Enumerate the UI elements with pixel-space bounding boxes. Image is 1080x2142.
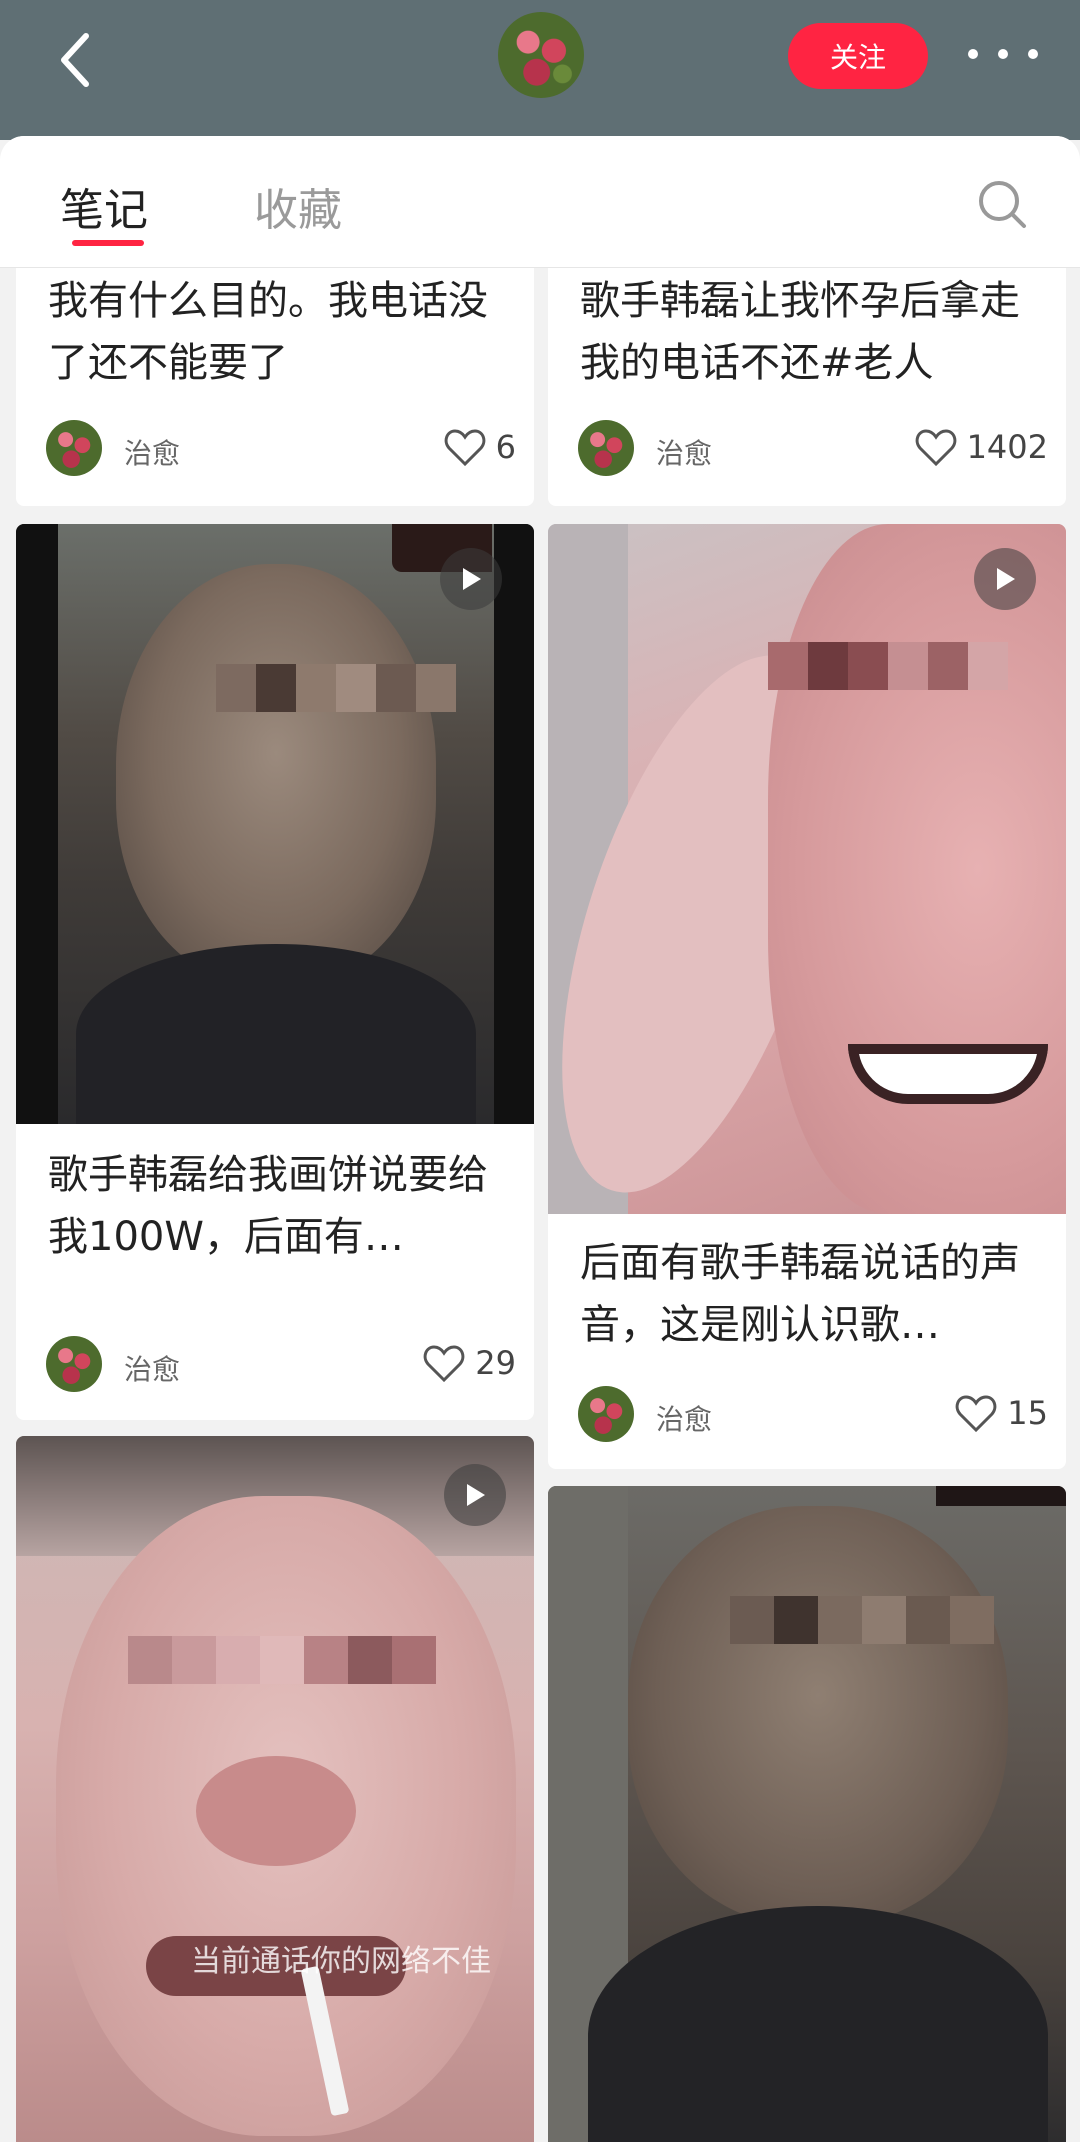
- more-options-icon[interactable]: [968, 32, 1038, 76]
- heart-icon: [423, 1345, 465, 1382]
- pixelated-eyes: [730, 1596, 994, 1644]
- author-avatar[interactable]: [578, 420, 634, 476]
- like-count[interactable]: 1402: [915, 428, 1048, 466]
- video-thumbnail[interactable]: [16, 524, 534, 1124]
- video-note-card[interactable]: [548, 1486, 1066, 2142]
- author-avatar[interactable]: [46, 420, 102, 476]
- video-overlay-caption: 当前通话你的网络不佳: [191, 1944, 491, 1979]
- note-card[interactable]: 歌手韩磊让我怀孕后拿走我的电话不还#老人 治愈 1402: [548, 268, 1066, 506]
- pixelated-eyes: [128, 1636, 436, 1684]
- search-icon[interactable]: [976, 178, 1028, 230]
- top-bar: 关注: [0, 0, 1080, 140]
- video-note-card[interactable]: 当前通话你的网络不佳: [16, 1436, 534, 2142]
- heart-icon: [444, 429, 485, 466]
- video-play-icon: [974, 548, 1036, 610]
- note-meta: 治愈 29: [46, 1336, 516, 1392]
- author-name[interactable]: 治愈: [124, 432, 180, 472]
- note-title: 后面有歌手韩磊说话的声音，这是刚认识歌…: [580, 1240, 1020, 1348]
- follow-button[interactable]: 关注: [788, 23, 928, 89]
- video-thumbnail[interactable]: [548, 1486, 1066, 2142]
- note-meta: 治愈 6: [46, 420, 516, 476]
- video-note-card[interactable]: 歌手韩磊给我画饼说要给我100W，后面有… 治愈 29: [16, 524, 534, 1420]
- content-sheet: 笔记 收藏 我有什么目的。我电话没了还不能要了 治愈 6 歌手韩磊让我怀孕后拿走…: [0, 136, 1080, 2142]
- video-thumbnail[interactable]: 当前通话你的网络不佳: [16, 1436, 534, 2142]
- note-title: 我有什么目的。我电话没了还不能要了: [48, 278, 488, 386]
- author-avatar[interactable]: [578, 1386, 634, 1442]
- tab-notes[interactable]: 笔记: [60, 174, 148, 238]
- tab-bar: 笔记 收藏: [0, 136, 1080, 268]
- heart-icon: [915, 429, 956, 466]
- tab-favorites[interactable]: 收藏: [254, 174, 342, 238]
- video-play-icon: [440, 548, 502, 610]
- pixelated-eyes: [216, 664, 456, 712]
- heart-icon: [955, 1395, 997, 1432]
- pixelated-eyes: [768, 642, 1008, 690]
- profile-avatar[interactable]: [498, 12, 584, 98]
- like-count[interactable]: 15: [955, 1394, 1048, 1432]
- note-card[interactable]: 我有什么目的。我电话没了还不能要了 治愈 6: [16, 268, 534, 506]
- note-meta: 治愈 15: [578, 1386, 1048, 1442]
- author-avatar[interactable]: [46, 1336, 102, 1392]
- note-title: 歌手韩磊给我画饼说要给我100W，后面有…: [48, 1152, 488, 1260]
- video-thumbnail[interactable]: [548, 524, 1066, 1214]
- author-name[interactable]: 治愈: [656, 1398, 712, 1438]
- note-title: 歌手韩磊让我怀孕后拿走我的电话不还#老人: [580, 278, 1020, 386]
- like-count[interactable]: 6: [444, 428, 516, 466]
- video-note-card[interactable]: 后面有歌手韩磊说话的声音，这是刚认识歌… 治愈 15: [548, 524, 1066, 1469]
- back-arrow-icon[interactable]: [50, 30, 110, 90]
- author-name[interactable]: 治愈: [124, 1348, 180, 1388]
- like-count[interactable]: 29: [423, 1344, 516, 1382]
- note-meta: 治愈 1402: [578, 420, 1048, 476]
- video-play-icon: [444, 1464, 506, 1526]
- author-name[interactable]: 治愈: [656, 432, 712, 472]
- active-tab-indicator: [72, 240, 144, 246]
